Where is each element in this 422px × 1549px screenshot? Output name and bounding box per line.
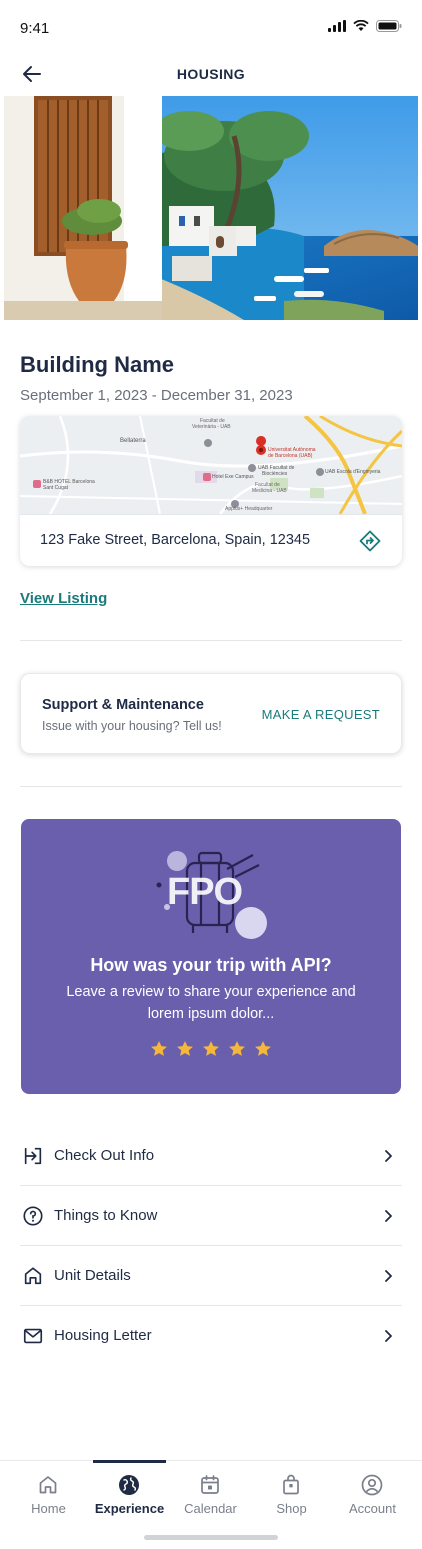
status-time: 9:41: [20, 20, 50, 37]
map-card[interactable]: Bellaterra Facultat de Veterinària - UAB…: [20, 416, 402, 566]
map-label-escola: UAB Escola d'Enginyeria: [325, 469, 381, 475]
bag-icon: [283, 1474, 299, 1495]
mail-icon: [23, 1328, 43, 1344]
fpo-placeholder-text: FPO: [167, 871, 243, 913]
tab-experience[interactable]: Experience: [89, 1461, 170, 1521]
stay-dates: September 1, 2023 - December 31, 2023: [20, 387, 293, 404]
map-label-applus: Applus+ Headquarter: [225, 506, 273, 512]
hero-photo: [4, 96, 418, 320]
star-icon[interactable]: [175, 1039, 195, 1059]
menu-item-housing-letter[interactable]: Housing Letter: [20, 1306, 402, 1366]
address-text: 123 Fake Street, Barcelona, Spain, 12345: [40, 532, 311, 548]
page-title: HOUSING: [176, 66, 246, 82]
map-preview[interactable]: Bellaterra Facultat de Veterinària - UAB…: [20, 416, 402, 514]
status-icons: [328, 20, 402, 32]
menu-item-label: Unit Details: [54, 1267, 131, 1284]
review-prompt-card[interactable]: FPO How was your trip with API? Leave a …: [21, 819, 401, 1094]
review-title: How was your trip with API?: [90, 955, 332, 975]
tab-label: Calendar: [184, 1501, 237, 1516]
review-body: Leave a review to share your experience …: [66, 984, 356, 1022]
tab-label: Account: [349, 1501, 396, 1516]
make-request-button[interactable]: MAKE A REQUEST: [262, 707, 380, 722]
tab-shop[interactable]: Shop: [251, 1461, 332, 1521]
status-bar: 9:41: [0, 0, 422, 56]
menu-item-check-out-info[interactable]: Check Out Info: [20, 1126, 402, 1186]
tab-home[interactable]: Home: [8, 1461, 89, 1521]
home-indicator: [144, 1535, 278, 1540]
question-icon: [23, 1206, 43, 1226]
fpo-placeholder-illustration: FPO: [151, 849, 271, 944]
globe-icon: [119, 1475, 139, 1495]
directions-icon[interactable]: [358, 529, 382, 553]
chevron-right-icon: [385, 1270, 392, 1282]
address-row: 123 Fake Street, Barcelona, Spain, 12345: [20, 514, 402, 566]
check-out-icon: [24, 1147, 42, 1165]
map-label-universitat-2: de Barcelona (UAB): [268, 453, 313, 459]
menu-item-label: Things to Know: [54, 1207, 158, 1224]
support-subtitle: Issue with your housing? Tell us!: [42, 719, 222, 733]
housing-menu-list: Check Out Info Things to Know Unit Detai…: [20, 1126, 402, 1366]
building-name: Building Name: [20, 352, 175, 377]
wifi-icon: [353, 20, 369, 31]
star-icon[interactable]: [149, 1039, 169, 1059]
tab-label: Experience: [94, 1501, 165, 1516]
map-label-uab-facultat-2: Biociències: [262, 471, 288, 477]
map-label-hotel-2: Sant Cugat: [43, 485, 69, 491]
top-app-bar: HOUSING: [0, 56, 422, 92]
divider: [20, 640, 402, 641]
star-icon[interactable]: [253, 1039, 273, 1059]
star-rating[interactable]: [21, 1039, 401, 1059]
map-label-hotel-exe: Hotel Exe Campus: [212, 474, 254, 480]
map-label-medicina-2: Medicina - UAB: [252, 488, 287, 494]
account-icon: [361, 1474, 383, 1496]
menu-item-unit-details[interactable]: Unit Details: [20, 1246, 402, 1306]
menu-item-label: Housing Letter: [54, 1327, 152, 1344]
tab-calendar[interactable]: Calendar: [170, 1461, 251, 1521]
menu-item-things-to-know[interactable]: Things to Know: [20, 1186, 402, 1246]
home-icon: [39, 1476, 57, 1494]
tab-label: Shop: [276, 1501, 307, 1516]
star-icon[interactable]: [201, 1039, 221, 1059]
tab-label: Home: [31, 1501, 66, 1516]
menu-item-label: Check Out Info: [54, 1147, 155, 1164]
tab-account[interactable]: Account: [332, 1461, 413, 1521]
chevron-right-icon: [385, 1210, 392, 1222]
chevron-right-icon: [385, 1150, 392, 1162]
cellular-signal-icon: [328, 20, 346, 32]
chevron-right-icon: [385, 1330, 392, 1342]
home-icon: [24, 1267, 42, 1285]
support-maintenance-card[interactable]: Support & Maintenance Issue with your ho…: [20, 673, 402, 754]
calendar-icon: [201, 1475, 219, 1494]
map-label-bellaterra: Bellaterra: [120, 438, 146, 444]
battery-icon: [376, 20, 402, 32]
view-listing-link[interactable]: View Listing: [20, 590, 107, 607]
map-label-veterinaria-2: Veterinària - UAB: [192, 424, 231, 430]
support-title: Support & Maintenance: [42, 697, 204, 713]
star-icon[interactable]: [227, 1039, 247, 1059]
divider: [20, 786, 402, 787]
